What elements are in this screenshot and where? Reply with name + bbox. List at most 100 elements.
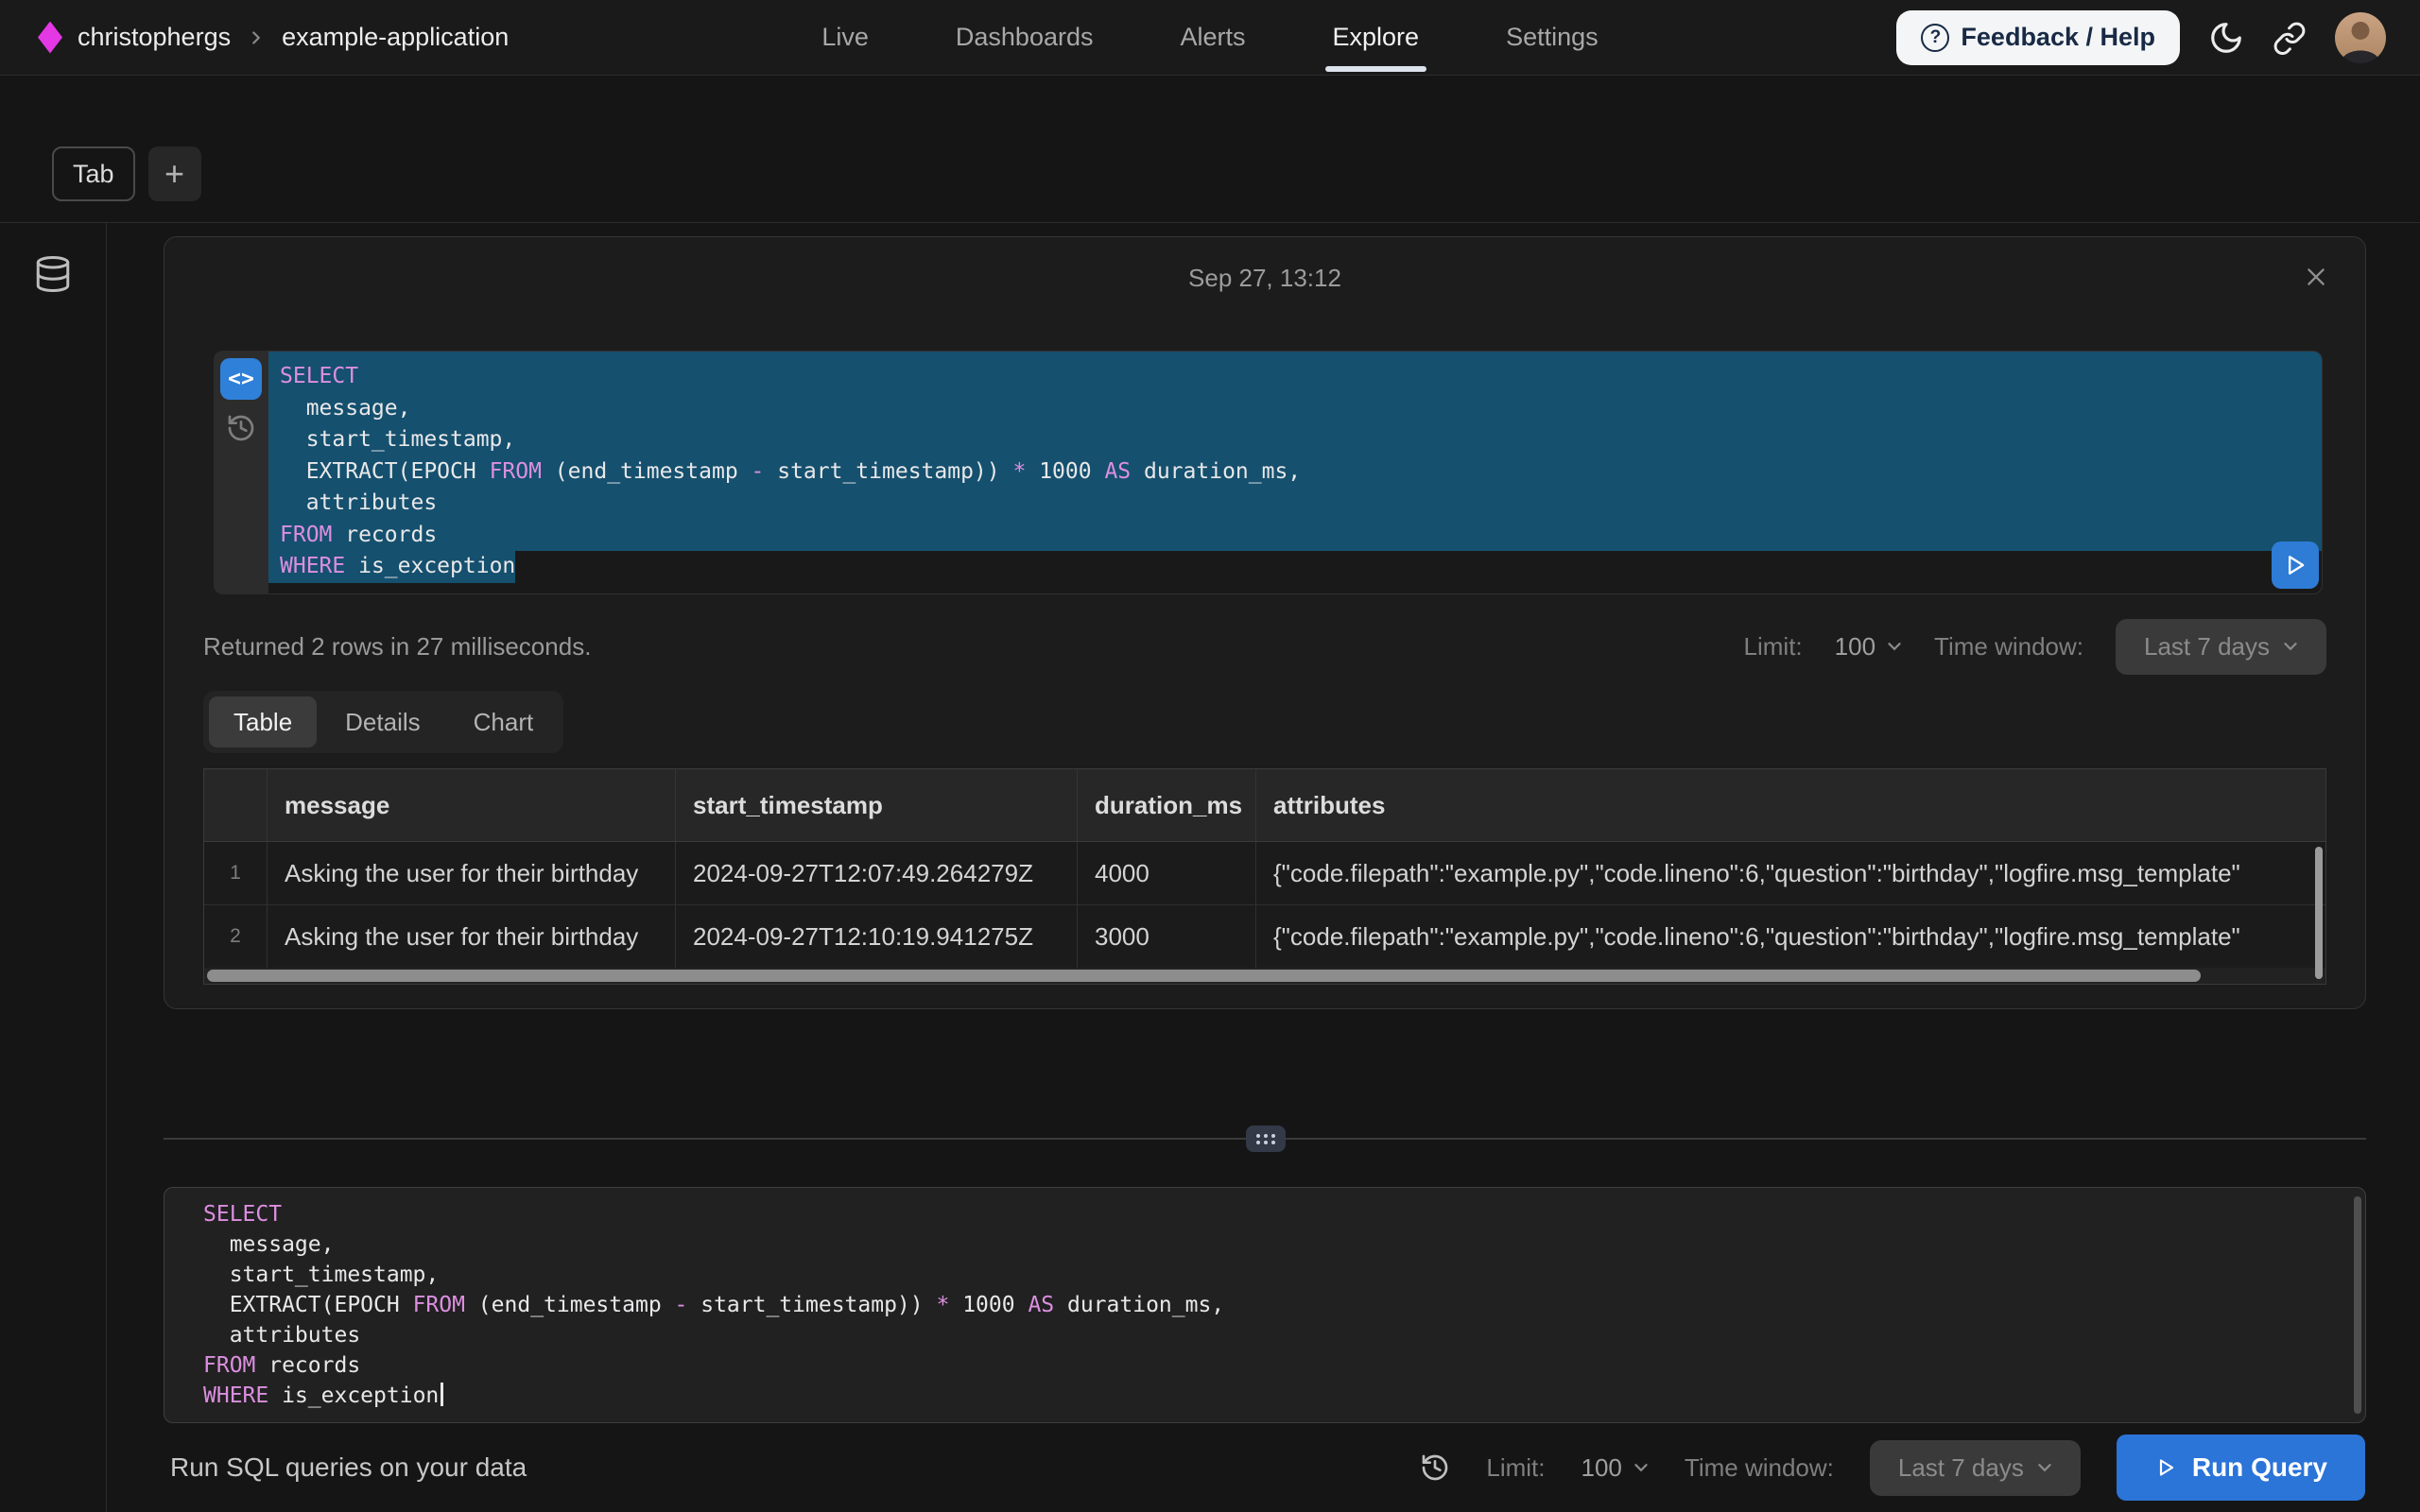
row-number: 2 <box>204 905 268 968</box>
vertical-scrollbar-thumb[interactable] <box>2315 847 2323 979</box>
close-card-button[interactable] <box>2299 260 2333 294</box>
horizontal-scrollbar-thumb[interactable] <box>207 970 2201 982</box>
time-window-dropdown[interactable]: Last 7 days <box>2116 619 2326 675</box>
limit-dropdown[interactable]: 100 <box>1835 632 1902 662</box>
table-cell: {"code.filepath":"example.py","code.line… <box>1256 842 2325 904</box>
sql-line: message, <box>192 1229 2365 1260</box>
time-window-label: Time window: <box>1934 632 2083 662</box>
table-cell: {"code.filepath":"example.py","code.line… <box>1256 905 2325 968</box>
play-icon <box>2154 1456 2177 1479</box>
table-row[interactable]: 2Asking the user for their birthday2024-… <box>204 905 2325 968</box>
table-body: 1Asking the user for their birthday2024-… <box>204 842 2325 968</box>
table-cell: 4000 <box>1078 842 1256 904</box>
share-link-button[interactable] <box>2273 21 2307 55</box>
sql-line: start_timestamp, <box>192 1260 2365 1290</box>
add-tab-button[interactable]: + <box>148 146 201 201</box>
nav-tab-live[interactable]: Live <box>821 0 869 75</box>
feedback-help-label: Feedback / Help <box>1961 23 2155 52</box>
pane-splitter-handle[interactable] <box>1246 1125 1286 1152</box>
table-header-row: messagestart_timestampduration_msattribu… <box>204 769 2325 842</box>
nav-tab-settings[interactable]: Settings <box>1506 0 1599 75</box>
table-row[interactable]: 1Asking the user for their birthday2024-… <box>204 842 2325 905</box>
sql-line: attributes <box>268 488 2322 520</box>
chevron-down-icon <box>2283 642 2298 651</box>
chevron-down-icon <box>1634 1463 1649 1472</box>
table-cell: 2024-09-27T12:07:49.264279Z <box>676 842 1078 904</box>
history-icon <box>1420 1452 1450 1483</box>
limit-value: 100 <box>1835 632 1876 662</box>
text-cursor <box>441 1383 443 1406</box>
time-window-dropdown[interactable]: Last 7 days <box>1870 1440 2081 1496</box>
logfire-logo-icon[interactable] <box>38 22 62 54</box>
sql-line: start_timestamp, <box>268 424 2322 456</box>
limit-dropdown[interactable]: 100 <box>1582 1453 1649 1483</box>
database-icon <box>33 254 73 294</box>
explore-page: christophergs example-application Live Da… <box>0 0 2420 1512</box>
feedback-help-button[interactable]: ? Feedback / Help <box>1896 10 2180 65</box>
history-icon[interactable] <box>226 413 256 443</box>
sql-line: WHERE is_exception <box>192 1381 2365 1411</box>
chevron-down-icon <box>1887 642 1902 651</box>
sql-line: FROM records <box>268 520 2322 552</box>
run-query-label: Run Query <box>2192 1452 2327 1483</box>
footer-bar: Run SQL queries on your data Limit: 100 … <box>0 1423 2420 1512</box>
moon-icon <box>2208 20 2244 56</box>
help-circle-icon: ? <box>1921 24 1949 52</box>
table-cell: Asking the user for their birthday <box>268 842 676 904</box>
editor-scrollbar-thumb[interactable] <box>2354 1196 2361 1414</box>
sql-viewer-code[interactable]: SELECT message, start_timestamp, EXTRACT… <box>268 351 2323 594</box>
limit-label: Limit: <box>1486 1453 1545 1483</box>
column-header-duration_ms: duration_ms <box>1078 769 1256 841</box>
limit-value: 100 <box>1582 1453 1622 1483</box>
breadcrumb-org[interactable]: christophergs <box>78 23 231 52</box>
view-tab-chart[interactable]: Chart <box>449 696 559 747</box>
sql-line: attributes <box>192 1320 2365 1350</box>
column-header-rownum <box>204 769 268 841</box>
database-schema-button[interactable] <box>26 248 79 301</box>
row-number: 1 <box>204 842 268 904</box>
sql-editor[interactable]: SELECT message, start_timestamp, EXTRACT… <box>164 1187 2366 1423</box>
dark-mode-toggle[interactable] <box>2208 20 2244 56</box>
nav-actions: ? Feedback / Help <box>1896 10 2386 65</box>
sql-line: WHERE is_exception <box>268 551 2322 583</box>
footer-controls: Limit: 100 Time window: Last 7 days Run … <box>1420 1435 2365 1501</box>
sql-line: EXTRACT(EPOCH FROM (end_timestamp - star… <box>268 456 2322 489</box>
chevron-down-icon <box>2037 1463 2052 1472</box>
results-table: messagestart_timestampduration_msattribu… <box>203 768 2326 985</box>
run-query-button[interactable]: Run Query <box>2117 1435 2365 1501</box>
column-header-attributes: attributes <box>1256 769 2325 841</box>
footer-hint: Run SQL queries on your data <box>170 1452 527 1483</box>
view-tab-details[interactable]: Details <box>320 696 444 747</box>
nav-tab-dashboards[interactable]: Dashboards <box>956 0 1094 75</box>
query-tab[interactable]: Tab <box>52 146 135 201</box>
sql-viewer[interactable]: <> SELECT message, start_timestamp, EXTR… <box>214 351 2323 594</box>
breadcrumb: christophergs example-application <box>38 22 509 54</box>
table-cell: 2024-09-27T12:10:19.941275Z <box>676 905 1078 968</box>
time-window-value: Last 7 days <box>1898 1453 2024 1483</box>
nav-tab-alerts[interactable]: Alerts <box>1180 0 1245 75</box>
sql-selection: SELECT message, start_timestamp, EXTRACT… <box>268 352 2322 551</box>
query-result-card: Sep 27, 13:12 <> SELECT message, start_t… <box>164 236 2366 1009</box>
query-tab-strip: Tab + <box>52 146 201 201</box>
breadcrumb-project[interactable]: example-application <box>282 23 509 52</box>
code-icon[interactable]: <> <box>220 358 262 400</box>
limit-label: Limit: <box>1744 632 1803 662</box>
breadcrumb-chevron-icon <box>246 27 267 48</box>
horizontal-scrollbar <box>204 968 2325 984</box>
content-divider <box>0 222 2420 223</box>
user-avatar[interactable] <box>2335 12 2386 63</box>
sql-line: FROM records <box>192 1350 2365 1381</box>
table-cell: Asking the user for their birthday <box>268 905 676 968</box>
query-history-button[interactable] <box>1420 1452 1450 1483</box>
schema-sidebar <box>0 223 107 1512</box>
time-window-label: Time window: <box>1685 1453 1834 1483</box>
sql-line: EXTRACT(EPOCH FROM (end_timestamp - star… <box>192 1290 2365 1320</box>
run-selection-button[interactable] <box>2272 541 2319 589</box>
column-header-start_timestamp: start_timestamp <box>676 769 1078 841</box>
plus-icon: + <box>164 154 184 194</box>
table-cell: 3000 <box>1078 905 1256 968</box>
nav-tab-explore[interactable]: Explore <box>1333 0 1420 75</box>
sql-line: SELECT <box>192 1199 2365 1229</box>
view-tab-table[interactable]: Table <box>209 696 317 747</box>
query-timestamp: Sep 27, 13:12 <box>164 264 2365 293</box>
